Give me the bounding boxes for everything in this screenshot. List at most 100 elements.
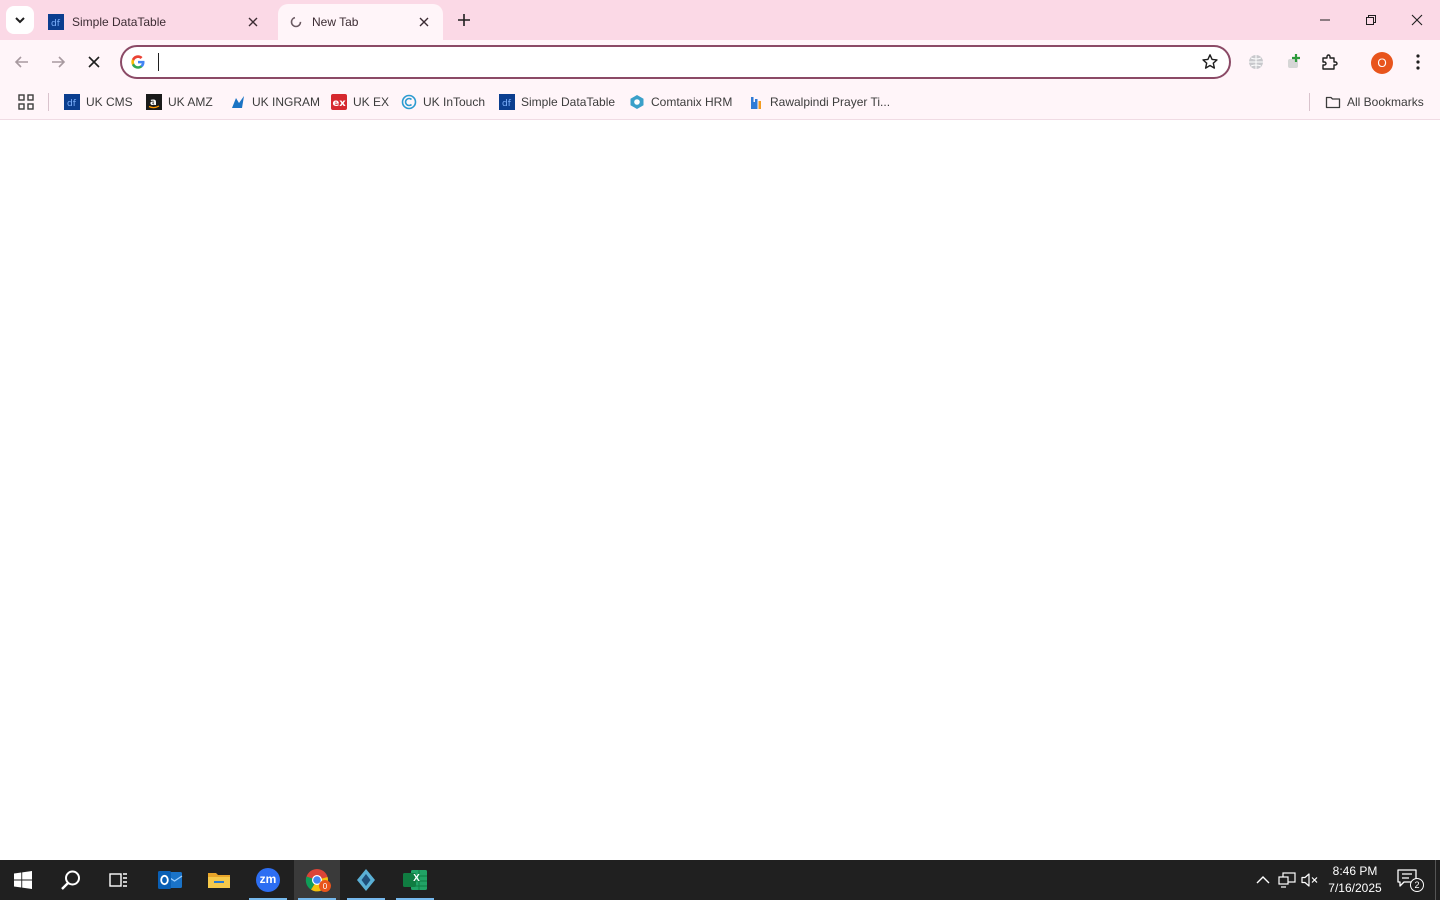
minimize-icon <box>1320 19 1330 21</box>
all-bookmarks-button[interactable]: All Bookmarks <box>1321 90 1428 114</box>
svg-text:a: a <box>150 97 157 108</box>
bookmarks-bar: df UK CMS a UK AMZ UK INGRAM ex UK EX UK… <box>0 84 1440 120</box>
address-bar[interactable] <box>120 45 1231 79</box>
svg-text:df: df <box>67 99 77 109</box>
system-clock[interactable]: 8:46 PM 7/16/2025 <box>1322 863 1388 897</box>
chevron-up-icon <box>1256 876 1270 884</box>
all-bookmarks-label: All Bookmarks <box>1347 95 1424 109</box>
puzzle-icon <box>1322 54 1338 70</box>
network-button[interactable] <box>1277 870 1297 890</box>
tab-title: New Tab <box>312 15 359 29</box>
close-icon <box>1411 14 1423 26</box>
add-extension-icon <box>1288 54 1300 68</box>
bookmark-label: UK INGRAM <box>252 95 321 109</box>
start-icon <box>14 871 32 889</box>
close-tab-button[interactable] <box>244 13 262 31</box>
extension-plus-button[interactable] <box>1278 46 1310 78</box>
profile-avatar[interactable]: O <box>1371 52 1393 74</box>
divider <box>48 93 49 111</box>
chrome-button[interactable]: 0 <box>294 860 340 900</box>
df-icon: df <box>64 94 80 110</box>
plus-icon <box>458 14 470 26</box>
bookmark-uk-intouch[interactable]: UK InTouch <box>397 90 489 114</box>
restore-button[interactable] <box>1348 0 1394 40</box>
google-icon <box>131 55 145 69</box>
outlook-icon <box>158 871 183 889</box>
close-icon <box>248 17 258 27</box>
back-button[interactable] <box>6 46 38 78</box>
tab-strip: df Simple DataTable New Tab <box>0 0 1440 40</box>
file-explorer-icon <box>208 873 230 888</box>
svg-text:ex: ex <box>333 98 347 109</box>
toolbar <box>0 40 1440 84</box>
restore-icon <box>1366 15 1376 25</box>
extensions-button[interactable] <box>1313 46 1345 78</box>
tab-new-tab[interactable]: New Tab <box>278 4 443 40</box>
prayer-icon <box>751 97 761 109</box>
task-view-button[interactable] <box>96 860 142 900</box>
clock-time: 8:46 PM <box>1332 864 1378 878</box>
chrome-badge: 0 <box>319 880 331 892</box>
text-caret <box>158 53 159 71</box>
divider <box>1309 93 1310 111</box>
comtanix-icon <box>630 95 644 109</box>
file-explorer-button[interactable] <box>196 860 242 900</box>
start-button[interactable] <box>0 860 46 900</box>
bookmark-comtanix-hrm[interactable]: Comtanix HRM <box>625 90 736 114</box>
close-tab-button[interactable] <box>415 13 433 31</box>
tab-title: Simple DataTable <box>72 15 167 29</box>
excel-label: X <box>413 873 420 884</box>
svg-text:df: df <box>51 19 61 29</box>
bookmark-uk-ex[interactable]: ex UK EX <box>327 90 393 114</box>
network-icon <box>1278 872 1296 888</box>
clock-date: 7/16/2025 <box>1328 881 1382 895</box>
show-hidden-icons-button[interactable] <box>1253 870 1273 890</box>
chrome-menu-button[interactable] <box>1402 46 1434 78</box>
close-window-button[interactable] <box>1394 0 1440 40</box>
close-icon <box>88 56 100 68</box>
bookmark-label: Rawalpindi Prayer Ti... <box>770 95 891 109</box>
tab-simple-datatable[interactable]: df Simple DataTable <box>38 4 272 40</box>
app-button[interactable] <box>343 860 389 900</box>
volume-button[interactable] <box>1300 870 1320 890</box>
app-icon <box>357 869 375 891</box>
apps-grid-icon[interactable] <box>16 92 36 112</box>
volume-muted-icon <box>1301 873 1318 887</box>
action-center-button[interactable]: 2 <box>1396 868 1424 892</box>
arrow-right-icon <box>52 56 66 68</box>
forward-button[interactable] <box>42 46 74 78</box>
bookmark-label: UK CMS <box>86 95 133 109</box>
bookmark-rawalpindi-prayer[interactable]: Rawalpindi Prayer Ti... <box>744 90 894 114</box>
new-tab-button[interactable] <box>450 6 478 34</box>
bookmark-uk-ingram[interactable]: UK INGRAM <box>226 90 324 114</box>
zoom-button[interactable]: zm <box>245 860 291 900</box>
amazon-icon: a <box>146 94 162 110</box>
df-icon: df <box>499 94 515 110</box>
bookmark-uk-amz[interactable]: a UK AMZ <box>142 90 217 114</box>
minimize-button[interactable] <box>1302 0 1348 40</box>
stop-loading-button[interactable] <box>78 46 110 78</box>
close-icon <box>419 17 429 27</box>
show-desktop-button[interactable] <box>1435 860 1440 900</box>
page-content <box>0 121 1440 860</box>
bookmark-label: UK EX <box>353 95 390 109</box>
search-icon <box>61 870 80 890</box>
df-icon: df <box>48 14 64 30</box>
bookmark-label: UK AMZ <box>168 95 213 109</box>
task-view-icon <box>109 873 127 887</box>
tab-search-button[interactable] <box>6 6 34 34</box>
bookmark-uk-cms[interactable]: df UK CMS <box>60 90 137 114</box>
translate-extension-button[interactable] <box>1240 46 1272 78</box>
globe-icon <box>1249 55 1263 69</box>
svg-text:df: df <box>502 99 512 109</box>
search-button[interactable] <box>48 860 94 900</box>
intouch-icon <box>401 94 417 110</box>
excel-button[interactable]: X <box>392 860 438 900</box>
address-input[interactable] <box>156 51 1156 73</box>
ex-icon: ex <box>331 94 347 110</box>
bookmark-label: Comtanix HRM <box>651 95 733 109</box>
outlook-button[interactable] <box>147 860 193 900</box>
bookmark-star-icon[interactable] <box>1201 53 1219 71</box>
bookmark-simple-datatable[interactable]: df Simple DataTable <box>495 90 619 114</box>
bookmark-label: Simple DataTable <box>521 95 616 109</box>
